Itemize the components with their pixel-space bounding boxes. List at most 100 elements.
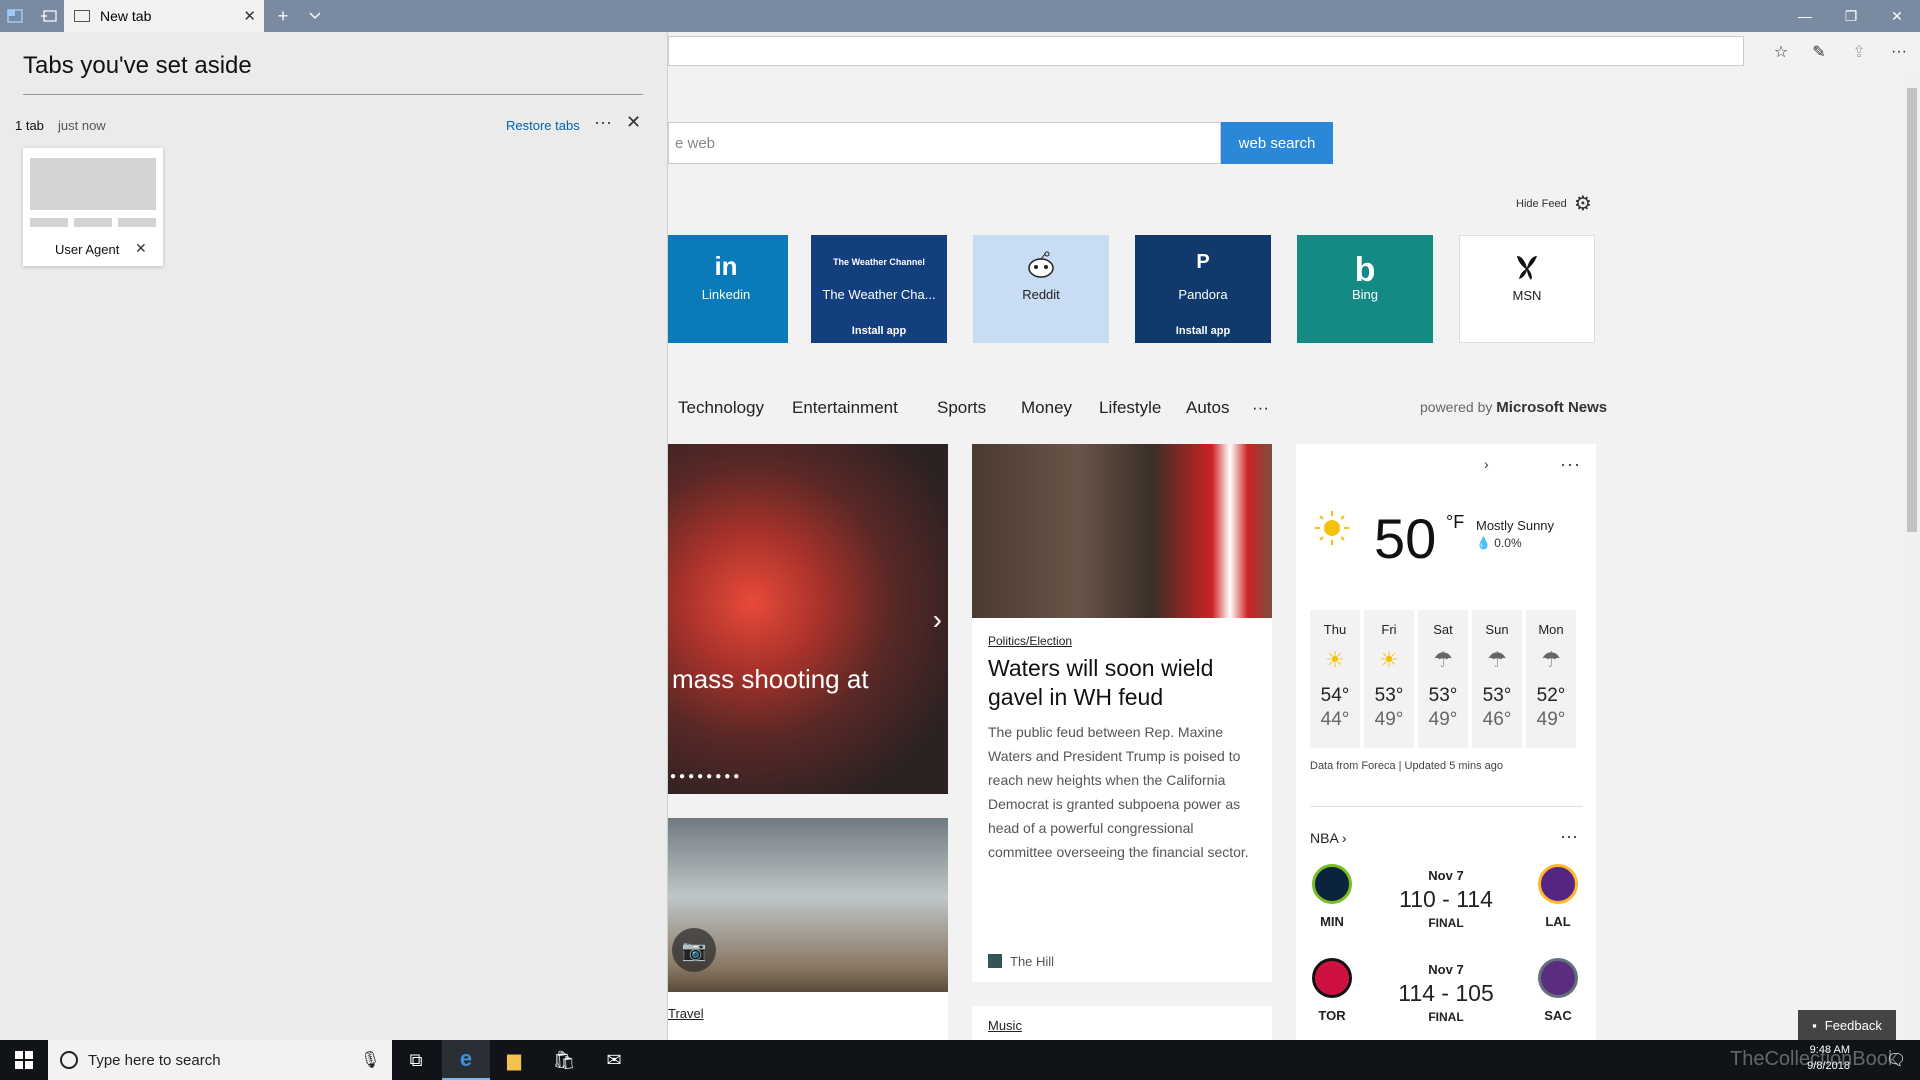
forecast-low: 46°: [1482, 709, 1512, 730]
hide-feed-link[interactable]: Hide Feed: [1516, 198, 1567, 210]
share-icon[interactable]: ⇪: [1844, 40, 1874, 64]
music-card[interactable]: Music: [972, 1006, 1272, 1040]
tile-bing[interactable]: b Bing: [1297, 235, 1433, 343]
file-explorer-icon[interactable]: ▆: [490, 1040, 538, 1080]
forecast-day[interactable]: Fri ☀ 53° 49°: [1364, 610, 1414, 748]
restore-tabs-link[interactable]: Restore tabs: [506, 118, 580, 133]
set-aside-tab-thumbnail[interactable]: User Agent ✕: [23, 148, 163, 266]
widget-more-icon[interactable]: ···: [1560, 454, 1581, 475]
camera-icon: 📷: [672, 928, 716, 972]
tile-linkedin[interactable]: in Linkedin: [668, 235, 788, 343]
category-technology[interactable]: Technology: [678, 398, 764, 418]
close-icon[interactable]: ✕: [135, 240, 147, 257]
system-clock[interactable]: 9:48 AM 9/8/2018: [1730, 1042, 1850, 1074]
travel-card[interactable]: 📷 Travel: [668, 818, 948, 1040]
tile-reddit[interactable]: Reddit: [973, 235, 1109, 343]
forecast-high: 52°: [1536, 685, 1566, 706]
forecast-high: 53°: [1374, 685, 1404, 706]
weather-source[interactable]: Data from Foreca | Updated 5 mins ago: [1310, 760, 1503, 772]
settings-more-icon[interactable]: ···: [1884, 40, 1914, 64]
close-tab-icon[interactable]: ✕: [243, 7, 256, 25]
category-money[interactable]: Money: [1021, 398, 1072, 418]
music-category[interactable]: Music: [988, 1018, 1022, 1033]
edge-icon[interactable]: e: [442, 1040, 490, 1080]
tab-new-tab[interactable]: New tab ✕: [64, 0, 264, 32]
article-card[interactable]: Politics/Election Waters will soon wield…: [972, 444, 1272, 982]
category-entertainment[interactable]: Entertainment: [792, 398, 898, 418]
set-aside-time: just now: [58, 118, 106, 133]
temperature-unit[interactable]: °F: [1446, 512, 1464, 533]
new-tab-button[interactable]: +: [268, 0, 298, 32]
forecast-day[interactable]: Sun ☂ 53° 46°: [1472, 610, 1522, 748]
address-input[interactable]: [668, 36, 1744, 66]
hero-headline[interactable]: mass shooting at: [672, 664, 869, 695]
cortana-icon: [60, 1051, 78, 1069]
set-tabs-aside-icon[interactable]: [34, 0, 64, 32]
mail-icon[interactable]: ✉: [590, 1040, 638, 1080]
new-tab-page: e web web search Hide Feed ⚙ in Linkedin…: [668, 72, 1920, 1040]
carousel-dots[interactable]: ●●●●●●●●: [670, 771, 742, 782]
store-icon[interactable]: 🛍: [540, 1040, 588, 1080]
chevron-right-icon[interactable]: ›: [1484, 456, 1489, 472]
restore-button[interactable]: ❐: [1828, 0, 1874, 32]
article-image[interactable]: [972, 444, 1272, 618]
travel-category[interactable]: Travel: [668, 1006, 704, 1021]
web-search-button[interactable]: web search: [1221, 122, 1333, 164]
weather-channel-icon: The Weather Channel: [833, 257, 925, 267]
article-category[interactable]: Politics/Election: [988, 634, 1072, 648]
tile-pandora[interactable]: P Pandora Install app: [1135, 235, 1271, 343]
away-team: SAC: [1544, 1008, 1572, 1023]
install-app-link[interactable]: Install app: [1135, 325, 1271, 337]
forecast-low: 49°: [1374, 709, 1404, 730]
away-team: LAL: [1545, 914, 1571, 929]
article-title[interactable]: Waters will soon wield gavel in WH feud: [988, 654, 1258, 712]
chevron-right-icon[interactable]: ›: [933, 604, 942, 636]
tabs-aside-icon[interactable]: [0, 0, 30, 32]
gear-icon[interactable]: ⚙: [1574, 191, 1592, 216]
feedback-button[interactable]: ▪ Feedback: [1798, 1010, 1896, 1040]
current-temperature: 50: [1374, 507, 1437, 570]
scrollbar-thumb[interactable]: [1907, 88, 1917, 532]
microphone-icon[interactable]: 🎙: [360, 1050, 380, 1070]
microsoft-news-link[interactable]: Microsoft News: [1496, 399, 1607, 416]
clock-date: 9/8/2018: [1807, 1060, 1850, 1072]
msn-butterfly-icon: [1460, 252, 1594, 284]
forecast-day[interactable]: Mon ☂ 52° 49°: [1526, 610, 1576, 748]
category-autos[interactable]: Autos: [1186, 398, 1229, 418]
web-note-icon[interactable]: ✎: [1804, 40, 1834, 64]
category-lifestyle[interactable]: Lifestyle: [1099, 398, 1161, 418]
notifications-icon[interactable]: 🗨: [1872, 1040, 1920, 1080]
powered-by: powered by Microsoft News: [1420, 399, 1607, 416]
forecast-day[interactable]: Sat ☂ 53° 49°: [1418, 610, 1468, 748]
taskbar-search-placeholder: Type here to search: [88, 1052, 221, 1069]
windows-start-icon[interactable]: [0, 1040, 48, 1080]
page-scrollbar[interactable]: [1904, 72, 1920, 1040]
travel-image[interactable]: [668, 818, 948, 992]
favorites-icon[interactable]: ☆: [1766, 40, 1796, 64]
more-categories-icon[interactable]: ···: [1252, 398, 1269, 418]
close-icon[interactable]: ✕: [626, 112, 641, 133]
forecast-day[interactable]: Thu ☀ 54° 44°: [1310, 610, 1360, 748]
forecast-day-label: Sun: [1485, 622, 1509, 637]
taskbar-search-box[interactable]: Type here to search 🎙: [48, 1040, 392, 1080]
task-view-icon[interactable]: ⧉: [392, 1040, 440, 1080]
divider: [23, 94, 643, 95]
forecast-day-label: Mon: [1538, 622, 1564, 637]
close-window-button[interactable]: ✕: [1874, 0, 1920, 32]
game-row[interactable]: MIN Nov 7 110 - 114 FINAL LAL: [1310, 862, 1582, 952]
tile-weather-channel[interactable]: The Weather Channel The Weather Cha... I…: [811, 235, 947, 343]
minimize-button[interactable]: —: [1782, 0, 1828, 32]
hero-carousel[interactable]: mass shooting at › ●●●●●●●●: [668, 444, 948, 794]
category-sports[interactable]: Sports: [937, 398, 986, 418]
nba-more-icon[interactable]: ···: [1560, 826, 1578, 847]
game-row[interactable]: TOR Nov 7 114 - 105 FINAL SAC: [1310, 956, 1582, 1040]
feedback-label: Feedback: [1824, 1017, 1882, 1033]
nba-link[interactable]: NBA ›: [1310, 830, 1347, 846]
web-search-input[interactable]: e web: [668, 122, 1221, 164]
tile-msn[interactable]: MSN: [1459, 235, 1595, 343]
tile-name: Linkedin: [701, 287, 751, 302]
more-options-icon[interactable]: ···: [594, 112, 612, 133]
linkedin-icon: in: [714, 251, 738, 281]
tab-preview-chevron-icon[interactable]: [300, 0, 330, 32]
install-app-link[interactable]: Install app: [811, 325, 947, 337]
